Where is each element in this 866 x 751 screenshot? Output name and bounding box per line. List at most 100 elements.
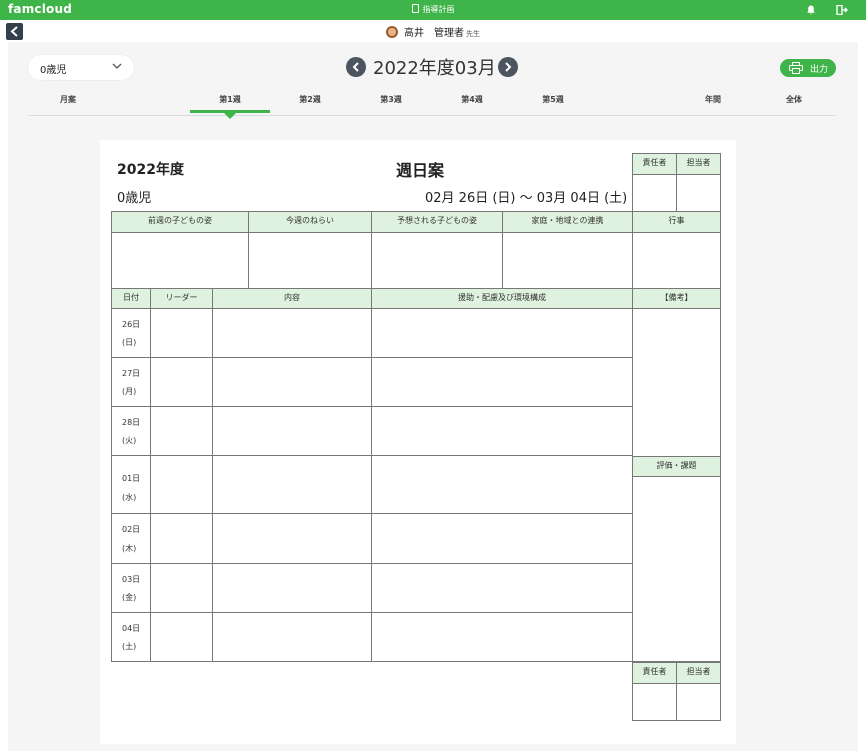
day-date: 01日 xyxy=(122,474,141,483)
day-row-leader[interactable] xyxy=(150,563,213,613)
day-weekday: (水) xyxy=(122,493,137,502)
tab-week-5[interactable]: 第5週 xyxy=(513,94,593,105)
remarks-cell[interactable] xyxy=(632,308,721,457)
header-content: 内容 xyxy=(212,288,372,309)
day-row-content[interactable] xyxy=(212,513,372,564)
day-row-leader[interactable] xyxy=(150,455,213,514)
day-row-leader[interactable] xyxy=(150,513,213,564)
tab-week-3[interactable]: 第3週 xyxy=(351,94,431,105)
day-weekday: (木) xyxy=(122,544,137,553)
day-weekday: (金) xyxy=(122,593,137,602)
prev-month-button[interactable] xyxy=(346,57,366,77)
age-group-select[interactable]: 0歳児 xyxy=(28,55,134,80)
sign-in-charge-cell-bottom[interactable] xyxy=(676,683,721,721)
document-year: 2022年度 xyxy=(117,162,184,178)
day-row-support[interactable] xyxy=(371,357,633,407)
app-title-text: 指導計画 xyxy=(422,5,455,14)
document-title: 週日案 xyxy=(396,161,445,180)
header-evaluation: 評価・課題 xyxy=(632,456,721,477)
tab-monthly[interactable]: 月案 xyxy=(28,94,108,105)
sign-in-charge-header: 担当者 xyxy=(676,153,721,175)
app-title: 指導計画 xyxy=(0,4,866,15)
header-support: 援助・配慮及び環境構成 xyxy=(371,288,633,309)
active-tab-arrow xyxy=(224,113,236,119)
sign-in-charge-header-bottom: 担当者 xyxy=(676,662,721,684)
day-row-date: 28日 (火) xyxy=(111,406,151,456)
user-suffix: 先生 xyxy=(466,30,480,38)
header-last-week: 前週の子どもの姿 xyxy=(111,211,249,233)
plan-tabs: 月案 第1週 第2週 第3週 第4週 第5週 年間 全体 xyxy=(28,92,836,119)
day-row-support[interactable] xyxy=(371,612,633,662)
chevron-left-icon xyxy=(352,62,359,72)
day-row-date: 01日 (水) xyxy=(111,455,151,514)
print-label: 出力 xyxy=(810,65,829,75)
next-month-button[interactable] xyxy=(498,57,518,77)
logout-icon[interactable] xyxy=(836,5,848,15)
day-row-support[interactable] xyxy=(371,308,633,358)
tab-week-1[interactable]: 第1週 xyxy=(190,94,270,105)
sign-responsible-cell[interactable] xyxy=(632,174,677,212)
cell-events[interactable] xyxy=(632,232,721,289)
print-button[interactable]: 出力 xyxy=(780,59,836,77)
day-row-content[interactable] xyxy=(212,357,372,407)
cell-last-week[interactable] xyxy=(111,232,249,289)
day-date: 27日 xyxy=(122,369,141,378)
avatar xyxy=(386,26,398,38)
clipboard-icon xyxy=(411,4,419,13)
day-row-date: 26日 (日) xyxy=(111,308,151,358)
day-date: 28日 xyxy=(122,418,141,427)
tab-annual[interactable]: 年間 xyxy=(673,94,753,105)
sign-responsible-header: 責任者 xyxy=(632,153,677,175)
header-events: 行事 xyxy=(632,211,721,233)
sign-in-charge-cell[interactable] xyxy=(676,174,721,212)
day-weekday: (日) xyxy=(122,338,137,347)
tab-week-4[interactable]: 第4週 xyxy=(432,94,512,105)
printer-icon xyxy=(789,62,803,74)
user-info: 高井 管理者 先生 xyxy=(0,24,866,39)
header-date: 日付 xyxy=(111,288,151,309)
day-row-content[interactable] xyxy=(212,308,372,358)
day-date: 04日 xyxy=(122,624,141,633)
user-name: 高井 管理者 xyxy=(404,28,464,39)
header-remarks: 【備考】 xyxy=(632,288,721,309)
age-group-value: 0歳児 xyxy=(40,65,67,76)
sign-responsible-header-bottom: 責任者 xyxy=(632,662,677,684)
day-date: 02日 xyxy=(122,525,141,534)
day-row-content[interactable] xyxy=(212,563,372,613)
day-row-support[interactable] xyxy=(371,513,633,564)
sign-responsible-cell-bottom[interactable] xyxy=(632,683,677,721)
chevron-right-icon xyxy=(505,62,512,72)
day-row-leader[interactable] xyxy=(150,357,213,407)
day-row-date: 04日 (土) xyxy=(111,612,151,662)
header-leader: リーダー xyxy=(150,288,213,309)
tab-week-2[interactable]: 第2週 xyxy=(270,94,350,105)
day-row-leader[interactable] xyxy=(150,612,213,662)
chevron-down-icon xyxy=(112,63,122,69)
day-weekday: (土) xyxy=(122,642,137,651)
day-row-date: 27日 (月) xyxy=(111,357,151,407)
day-row-support[interactable] xyxy=(371,563,633,613)
day-row-content[interactable] xyxy=(212,406,372,456)
day-date: 26日 xyxy=(122,320,141,329)
day-date: 03日 xyxy=(122,575,141,584)
tab-overall[interactable]: 全体 xyxy=(754,94,834,105)
evaluation-cell[interactable] xyxy=(632,476,721,662)
day-row-date: 02日 (木) xyxy=(111,513,151,564)
day-row-content[interactable] xyxy=(212,612,372,662)
day-row-leader[interactable] xyxy=(150,406,213,456)
cell-family-community[interactable] xyxy=(502,232,633,289)
day-row-leader[interactable] xyxy=(150,308,213,358)
day-weekday: (火) xyxy=(122,436,137,445)
bell-icon[interactable] xyxy=(806,5,816,15)
day-weekday: (月) xyxy=(122,387,137,396)
month-title: 2022年度03月 xyxy=(373,58,496,79)
header-this-week-aim: 今週のねらい xyxy=(248,211,372,233)
cell-this-week-aim[interactable] xyxy=(248,232,372,289)
day-row-content[interactable] xyxy=(212,455,372,514)
header-family-community: 家庭・地域との連携 xyxy=(502,211,633,233)
day-row-support[interactable] xyxy=(371,406,633,456)
day-row-date: 03日 (金) xyxy=(111,563,151,613)
top-bar: famcloud 指導計画 xyxy=(0,0,866,20)
cell-expected-child[interactable] xyxy=(371,232,503,289)
day-row-support[interactable] xyxy=(371,455,633,514)
